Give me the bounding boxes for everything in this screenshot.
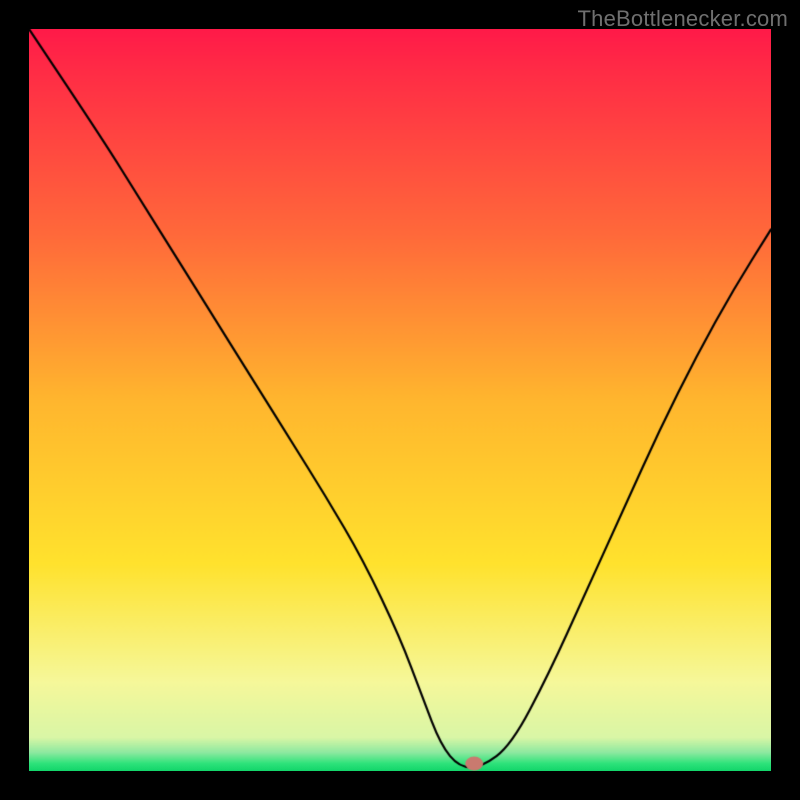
plot-frame bbox=[29, 29, 771, 771]
bottleneck-curve-chart bbox=[29, 29, 771, 771]
chart-container: TheBottlenecker.com bbox=[0, 0, 800, 800]
watermark-text: TheBottlenecker.com bbox=[578, 6, 788, 32]
